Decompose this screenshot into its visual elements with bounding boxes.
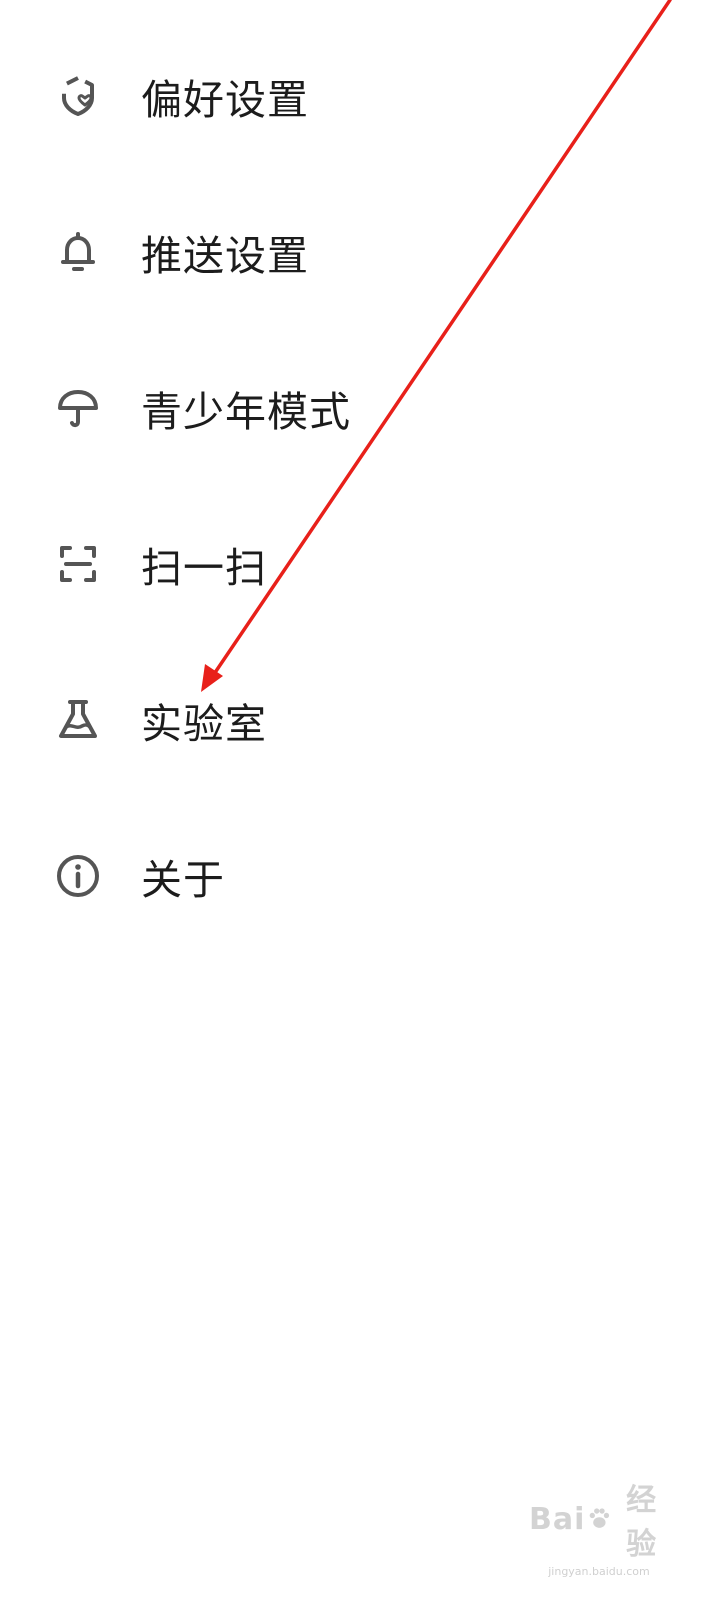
preference-shield-heart-icon: [54, 72, 102, 120]
menu-item-teen-mode[interactable]: 青少年模式: [0, 348, 719, 468]
paw-icon: [590, 1508, 610, 1528]
info-icon: [54, 852, 102, 900]
menu-item-push-settings[interactable]: 推送设置: [0, 192, 719, 312]
menu-item-label: 偏好设置: [141, 76, 309, 124]
flask-icon: [54, 696, 102, 744]
baidu-jingyan-watermark: Bai 经验 jingyan.baidu.com: [529, 1475, 669, 1578]
menu-item-preferences[interactable]: 偏好设置: [0, 36, 719, 156]
menu-item-label: 推送设置: [141, 232, 309, 280]
menu-item-label: 青少年模式: [141, 388, 351, 436]
menu-item-scan[interactable]: 扫一扫: [0, 504, 719, 624]
menu-item-label: 关于: [141, 856, 225, 904]
scan-icon: [54, 540, 102, 588]
menu-item-lab[interactable]: 实验室: [0, 660, 719, 780]
bell-icon: [54, 228, 102, 276]
watermark-brand-right: 经验: [626, 1483, 658, 1562]
umbrella-icon: [54, 384, 102, 432]
watermark-brand-left: Bai: [529, 1501, 586, 1537]
watermark-url: jingyan.baidu.com: [548, 1565, 650, 1578]
menu-item-label: 实验室: [141, 700, 267, 748]
menu-item-label: 扫一扫: [141, 544, 267, 592]
menu-item-about[interactable]: 关于: [0, 816, 719, 936]
